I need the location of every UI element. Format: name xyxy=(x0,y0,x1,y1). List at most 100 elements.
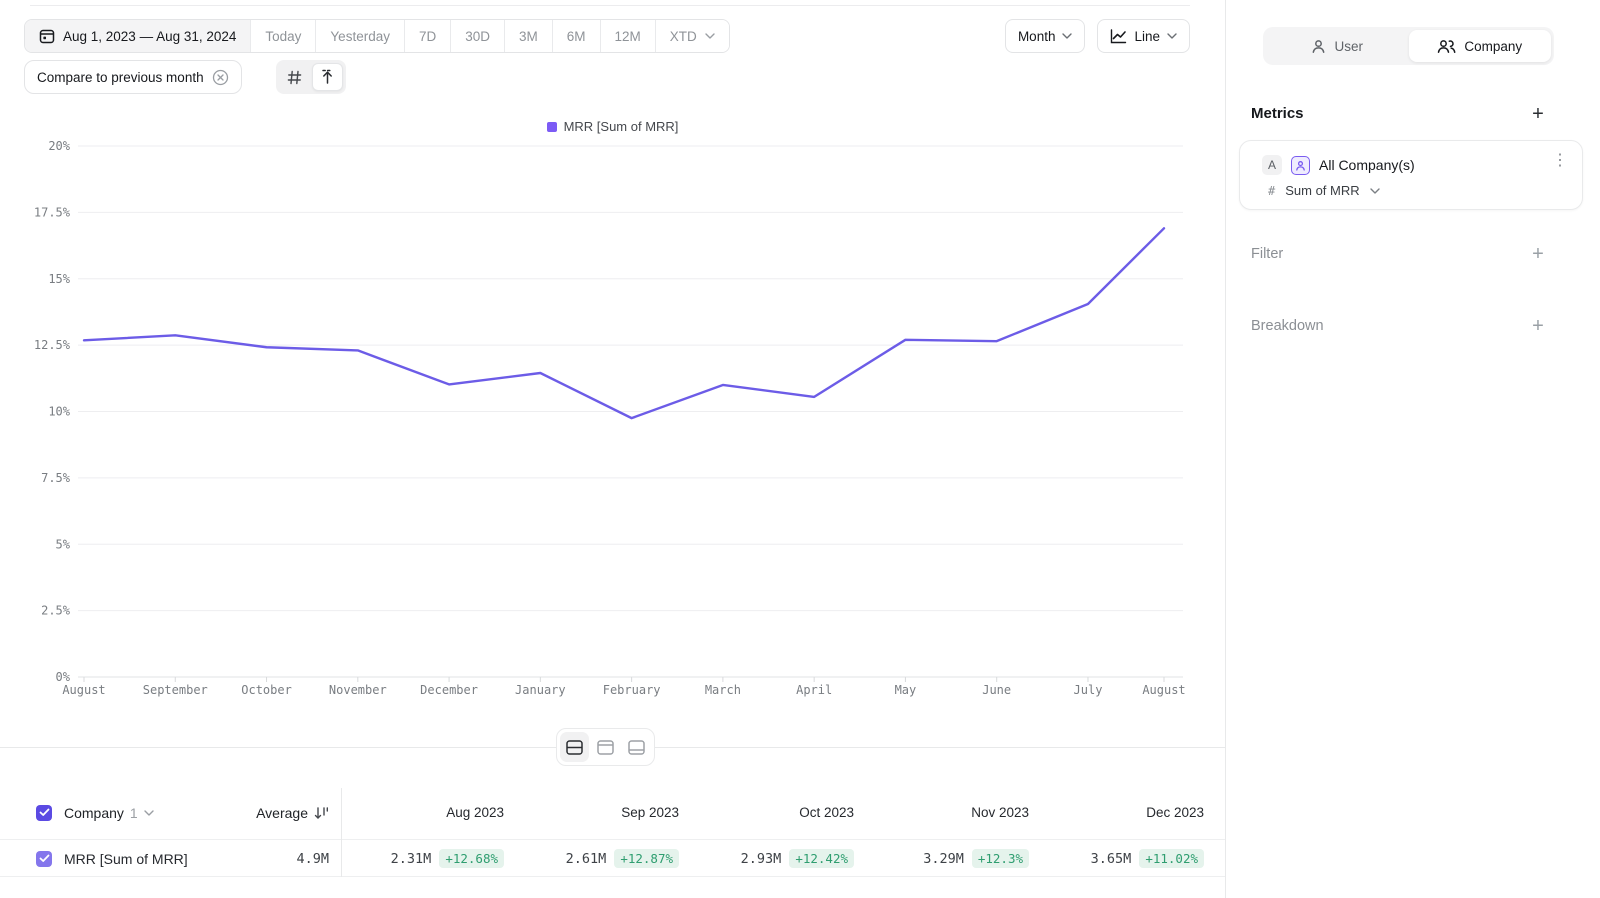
table-row[interactable]: MRR [Sum of MRR] 4.9M 2.31M+12.68%2.61M+… xyxy=(0,841,1225,877)
company-users-icon xyxy=(1437,39,1456,54)
toolbar-right: Month Line xyxy=(1005,19,1190,53)
toolbar-row-2: Compare to previous month xyxy=(24,60,346,94)
month-column-header[interactable]: Dec 2023 xyxy=(1041,786,1216,839)
row-average-value: 4.9M xyxy=(296,851,329,867)
user-icon xyxy=(1311,39,1326,54)
entity-tab-company-label: Company xyxy=(1464,39,1522,54)
row-checkbox[interactable] xyxy=(36,851,52,867)
x-axis-label: September xyxy=(143,683,208,697)
x-axis-label: November xyxy=(329,683,387,697)
date-range-button[interactable]: Aug 1, 2023 — Aug 31, 2024 xyxy=(25,20,250,52)
layout-chart-button[interactable] xyxy=(591,732,620,762)
month-cell[interactable]: 3.29M +12.3% xyxy=(866,841,1041,876)
chart-view-icon xyxy=(597,740,614,755)
cell-value: 3.29M xyxy=(923,851,964,867)
line-chart-icon xyxy=(1110,29,1127,44)
metric-entity-name: All Company(s) xyxy=(1319,157,1415,173)
y-axis-label: 5% xyxy=(56,537,71,551)
cumulative-toggle-button[interactable] xyxy=(312,63,343,91)
month-column-header[interactable]: Nov 2023 xyxy=(866,786,1041,839)
metric-menu-button[interactable]: ⋮ xyxy=(1552,153,1568,169)
config-sidebar: User Company Metrics + A All Company(s) … xyxy=(1225,0,1600,898)
month-cell[interactable]: 2.61M+12.87% xyxy=(516,841,691,876)
delta-badge: +12.42% xyxy=(789,849,854,868)
delta-badge: +12.68% xyxy=(439,849,504,868)
add-filter-button[interactable]: + xyxy=(1528,244,1548,264)
date-range-group: Aug 1, 2023 — Aug 31, 2024 TodayYesterda… xyxy=(24,19,730,53)
calendar-icon xyxy=(39,28,55,44)
chart-option-toggle xyxy=(276,60,346,94)
cell-value: 3.65M xyxy=(1091,851,1132,867)
cell-value: 2.31M xyxy=(391,851,432,867)
top-divider xyxy=(30,5,1190,6)
xtd-button[interactable]: XTD xyxy=(655,20,729,52)
chart-type-label: Line xyxy=(1134,29,1160,44)
entity-tab-company[interactable]: Company xyxy=(1409,30,1552,62)
month-column-header[interactable]: Aug 2023 xyxy=(341,786,516,839)
quick-range-7d[interactable]: 7D xyxy=(404,20,450,52)
month-cell[interactable]: 2.93M +12.42% xyxy=(691,841,866,876)
chevron-down-icon xyxy=(1370,188,1380,194)
check-icon xyxy=(39,854,50,863)
chevron-down-icon xyxy=(144,810,154,816)
remove-compare-icon[interactable] xyxy=(212,69,229,86)
group-by-label: Company xyxy=(64,805,124,821)
entity-tab-user-label: User xyxy=(1334,39,1363,54)
average-header[interactable]: Average xyxy=(160,786,329,839)
granularity-button[interactable]: Month xyxy=(1005,19,1086,53)
month-cell[interactable]: 3.65M +11.02% xyxy=(1041,841,1216,876)
delta-badge: +11.02% xyxy=(1139,849,1204,868)
y-axis-label: 2.5% xyxy=(41,604,71,618)
numeric-type-icon: # xyxy=(1268,184,1275,198)
x-axis-label: April xyxy=(796,683,832,697)
quick-range-3m[interactable]: 3M xyxy=(504,20,552,52)
compare-chip[interactable]: Compare to previous month xyxy=(24,60,242,94)
chart-legend[interactable]: MRR [Sum of MRR] xyxy=(0,119,1225,134)
aggregation-dropdown[interactable]: # Sum of MRR xyxy=(1268,183,1380,198)
legend-swatch xyxy=(547,122,557,132)
layout-split-button[interactable] xyxy=(560,732,589,762)
month-cell[interactable]: 2.31M +12.68% xyxy=(341,841,516,876)
chevron-down-icon xyxy=(1167,33,1177,39)
layout-table-button[interactable] xyxy=(622,732,651,762)
delta-badge: +12.87% xyxy=(614,849,679,868)
x-axis-label: October xyxy=(241,683,292,697)
compare-chip-label: Compare to previous month xyxy=(37,70,204,85)
select-all-checkbox[interactable] xyxy=(36,805,52,821)
quick-range-12m[interactable]: 12M xyxy=(600,20,655,52)
company-avatar-icon xyxy=(1291,156,1310,175)
hash-icon xyxy=(287,70,302,85)
quick-range-6m[interactable]: 6M xyxy=(552,20,600,52)
quick-range-yesterday[interactable]: Yesterday xyxy=(315,20,404,52)
month-column-header[interactable]: Sep 2023 xyxy=(516,786,691,839)
quick-range-today[interactable]: Today xyxy=(250,20,315,52)
month-column-header[interactable]: Oct 2023 xyxy=(691,786,866,839)
y-axis-label: 15% xyxy=(48,272,70,286)
table-header: Company 1 Average Aug 2023Sep 2023Oct 20… xyxy=(0,786,1225,840)
mrr-series-line xyxy=(84,228,1164,418)
x-axis-label: May xyxy=(895,683,917,697)
x-axis-label: December xyxy=(420,683,478,697)
entity-toggle: User Company xyxy=(1263,27,1554,65)
cell-value: 2.93M xyxy=(741,851,782,867)
add-breakdown-button[interactable]: + xyxy=(1528,316,1548,336)
filter-section-label: Filter xyxy=(1251,246,1283,262)
x-axis-label: March xyxy=(705,683,741,697)
add-metric-button[interactable]: + xyxy=(1528,104,1548,124)
grid-values-button[interactable] xyxy=(279,63,310,91)
delta-badge: +12.3% xyxy=(972,849,1029,868)
entity-tab-user[interactable]: User xyxy=(1266,30,1409,62)
chevron-down-icon xyxy=(1062,33,1072,39)
quick-range-30d[interactable]: 30D xyxy=(450,20,504,52)
group-by-dropdown[interactable]: Company 1 xyxy=(64,805,154,821)
x-axis-label: August xyxy=(62,683,105,697)
metric-index-badge: A xyxy=(1262,155,1282,175)
main-area: Aug 1, 2023 — Aug 31, 2024 TodayYesterda… xyxy=(0,0,1225,898)
y-axis-label: 20% xyxy=(48,139,70,153)
y-axis-label: 0% xyxy=(56,670,71,684)
chevron-down-icon xyxy=(705,33,715,39)
chart-type-button[interactable]: Line xyxy=(1097,19,1190,53)
sort-icon xyxy=(314,806,329,820)
metric-card[interactable]: A All Company(s) ⋮ # Sum of MRR xyxy=(1239,140,1583,210)
line-chart: 20%17.5%15%12.5%10%7.5%5%2.5%0%AugustSep… xyxy=(0,138,1225,713)
